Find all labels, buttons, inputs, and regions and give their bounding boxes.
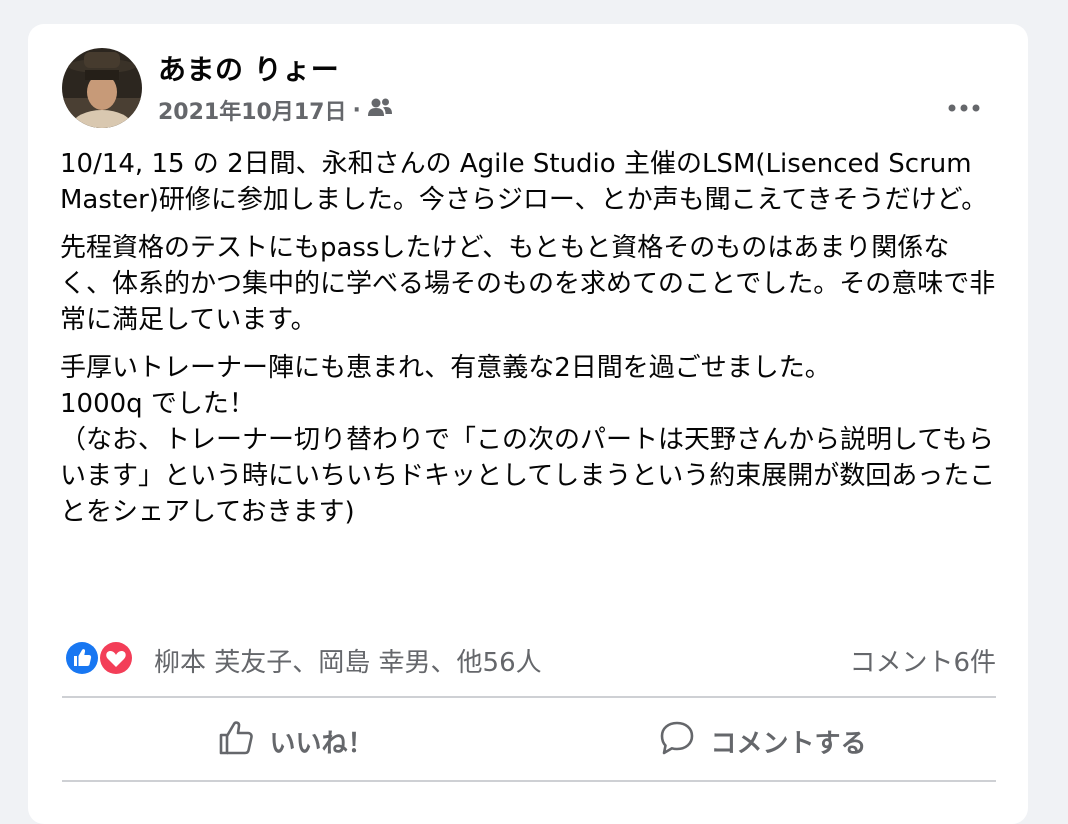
thumbs-up-icon <box>217 719 255 764</box>
post-card: あまの りょー 2021年10月17日 · 10/14, 15 の 2日間、永和… <box>28 24 1028 824</box>
action-bar: いいね！ コメントする <box>62 706 996 776</box>
more-options-button[interactable] <box>936 86 992 126</box>
like-button[interactable]: いいね！ <box>62 706 529 776</box>
author-name[interactable]: あまの りょー <box>158 48 339 88</box>
divider <box>62 696 996 698</box>
reactions-bar: 柳本 芙友子、岡島 幸男、他56人 コメント6件 <box>62 634 996 684</box>
divider <box>62 780 996 782</box>
post-paragraph: 10/14, 15 の 2日間、永和さんの Agile Studio 主催のLS… <box>60 149 988 215</box>
post-paragraph: 先程資格のテストにもpassしたけど、もともと資格そのものはあまり関係なく、体系… <box>60 233 996 335</box>
comment-count[interactable]: コメント6件 <box>849 642 996 679</box>
like-label: いいね！ <box>269 728 374 759</box>
comment-button[interactable]: コメントする <box>529 706 996 776</box>
comment-bubble-icon <box>658 719 696 764</box>
post-date[interactable]: 2021年10月17日 <box>158 94 346 126</box>
post-header: あまの りょー 2021年10月17日 · <box>62 48 992 128</box>
post-body: 10/14, 15 の 2日間、永和さんの Agile Studio 主催のLS… <box>60 146 1000 542</box>
post-paragraph: 手厚いトレーナー陣にも恵まれ、有意義な2日間を過ごせました。 1000q でした… <box>60 353 996 527</box>
post-meta: 2021年10月17日 · <box>158 94 393 126</box>
reaction-names[interactable]: 柳本 芙友子、岡島 幸男、他56人 <box>154 642 542 679</box>
avatar[interactable] <box>62 48 142 128</box>
friends-icon <box>367 97 393 123</box>
meta-separator: · <box>352 97 361 123</box>
more-horizontal-icon <box>948 97 980 116</box>
comment-label: コメントする <box>710 728 867 759</box>
reaction-icons[interactable] <box>62 638 152 678</box>
